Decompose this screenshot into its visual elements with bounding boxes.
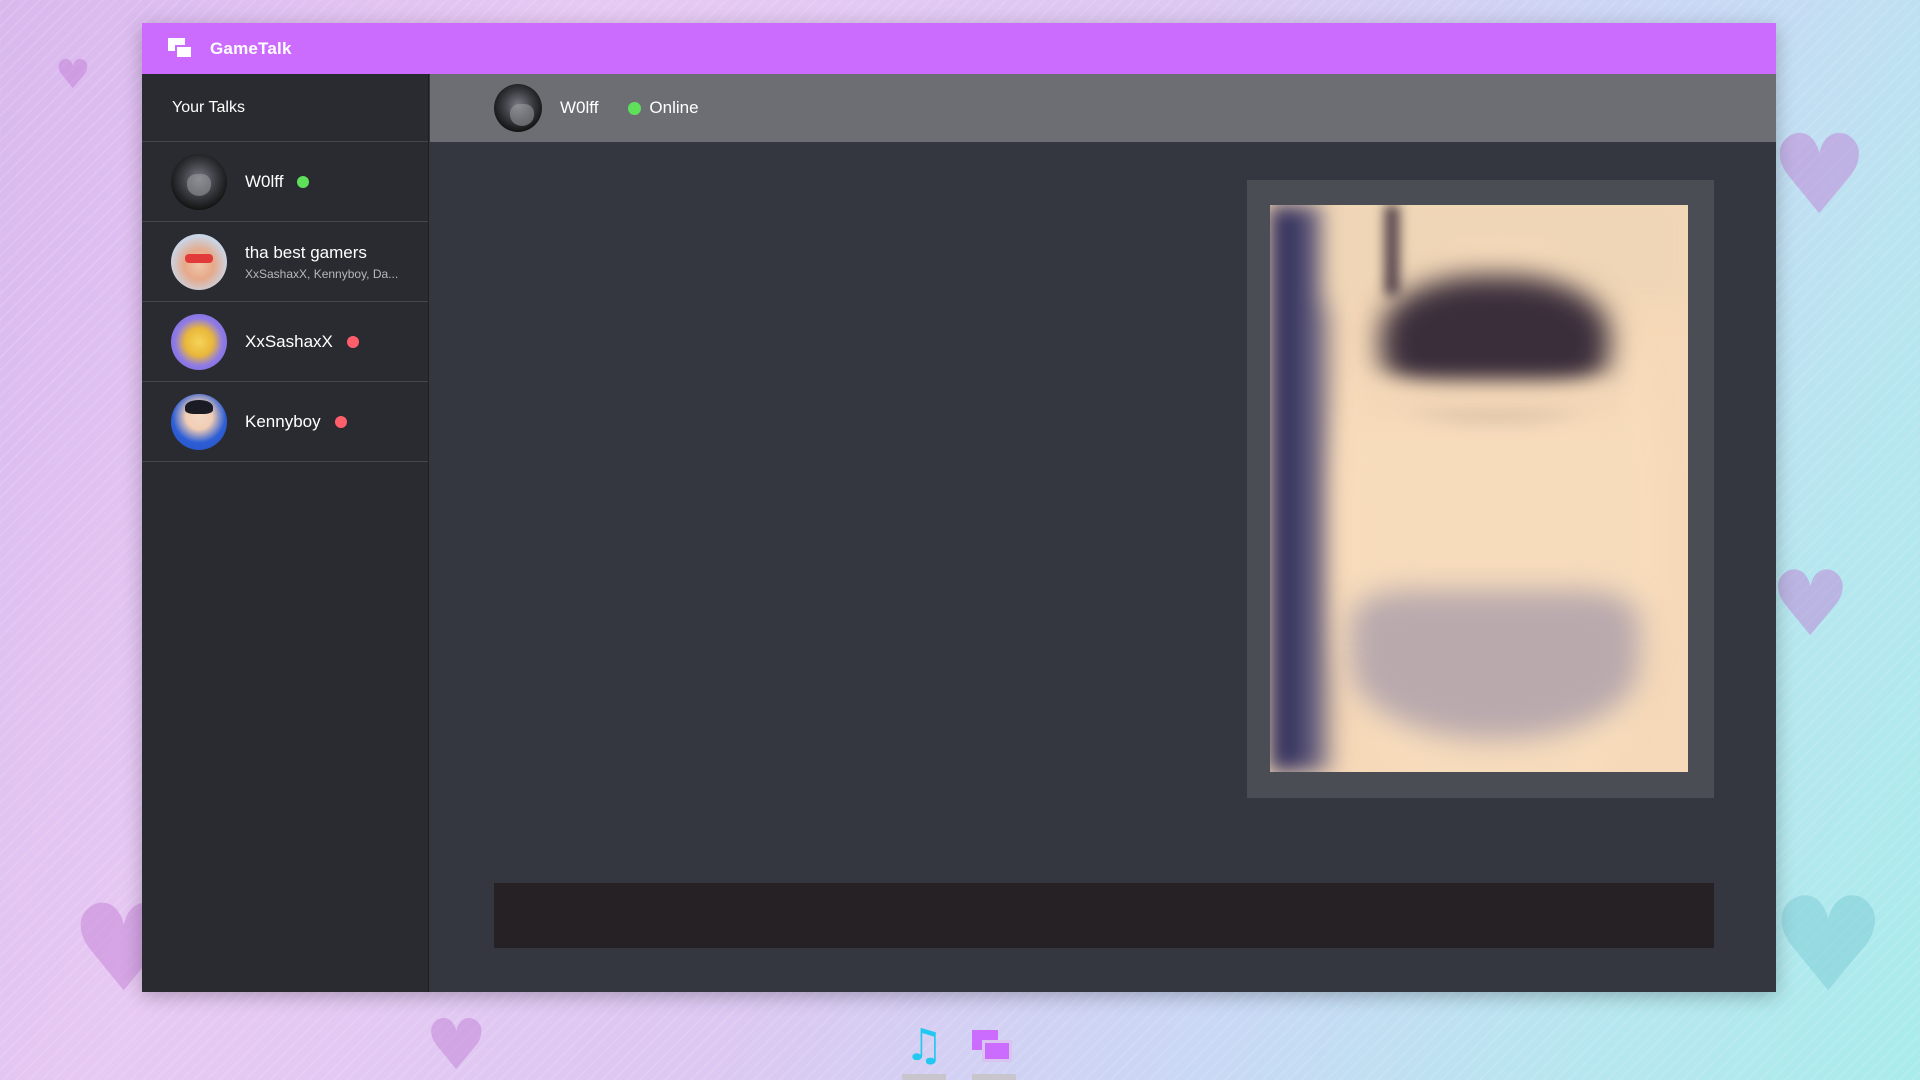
- message-input[interactable]: [494, 883, 1714, 948]
- chat-contact-name: W0lff: [560, 98, 599, 117]
- title-bar: GameTalk: [142, 23, 1776, 74]
- gametalk-window: GameTalk Your Talks W0lff tha best gamer…: [142, 23, 1776, 992]
- taskbar-dock: ♫: [0, 1010, 1920, 1080]
- contact-status: Online: [628, 98, 699, 118]
- talks-sidebar: Your Talks W0lff tha best gamers XxSasha…: [142, 74, 429, 992]
- sasha-avatar: [171, 313, 227, 370]
- wolf-avatar[interactable]: [494, 84, 542, 132]
- background-heart-decoration: ♥: [1770, 111, 1869, 239]
- background-heart-decoration: ♥: [1770, 869, 1887, 1021]
- offline-status-dot: [334, 415, 347, 428]
- background-heart-decoration: ♥: [1770, 552, 1851, 657]
- online-status-dot: [628, 101, 642, 115]
- music-note-icon: ♫: [904, 1020, 944, 1071]
- chat-bubbles-icon: [168, 37, 194, 60]
- chat-bubbles-icon: [972, 1030, 1016, 1066]
- talk-name: Kennyboy: [245, 411, 321, 431]
- group-avatar: [171, 233, 227, 290]
- talk-name: tha best gamers: [245, 242, 367, 262]
- blurred-image[interactable]: [1270, 205, 1688, 772]
- offline-status-dot: [346, 335, 359, 348]
- wolf-avatar: [171, 153, 227, 210]
- talk-members: XxSashaxX, Kennyboy, Da...: [245, 266, 399, 281]
- talk-item-kennyboy[interactable]: Kennyboy: [142, 382, 428, 462]
- music-app-button[interactable]: ♫: [902, 1020, 946, 1080]
- chat-header: W0lff Online: [430, 74, 1776, 142]
- talk-name: XxSashaxX: [245, 331, 333, 351]
- talk-item-xxsashaxx[interactable]: XxSashaxX: [142, 302, 428, 382]
- image-message[interactable]: [1247, 180, 1714, 798]
- online-status-dot: [297, 175, 310, 188]
- kenny-avatar: [171, 393, 227, 450]
- app-title: GameTalk: [210, 38, 292, 58]
- talk-item-tha-best-gamers[interactable]: tha best gamers XxSashaxX, Kennyboy, Da.…: [142, 222, 428, 302]
- background-heart-decoration: ♥: [55, 52, 91, 98]
- talk-name: W0lff: [245, 171, 284, 191]
- app-indicator: [972, 1074, 1016, 1080]
- sidebar-header: Your Talks: [142, 74, 428, 142]
- talk-item-w0lff[interactable]: W0lff: [142, 142, 428, 222]
- gametalk-app-button[interactable]: [972, 1026, 1016, 1080]
- app-indicator: [902, 1074, 946, 1080]
- status-text: Online: [649, 98, 699, 117]
